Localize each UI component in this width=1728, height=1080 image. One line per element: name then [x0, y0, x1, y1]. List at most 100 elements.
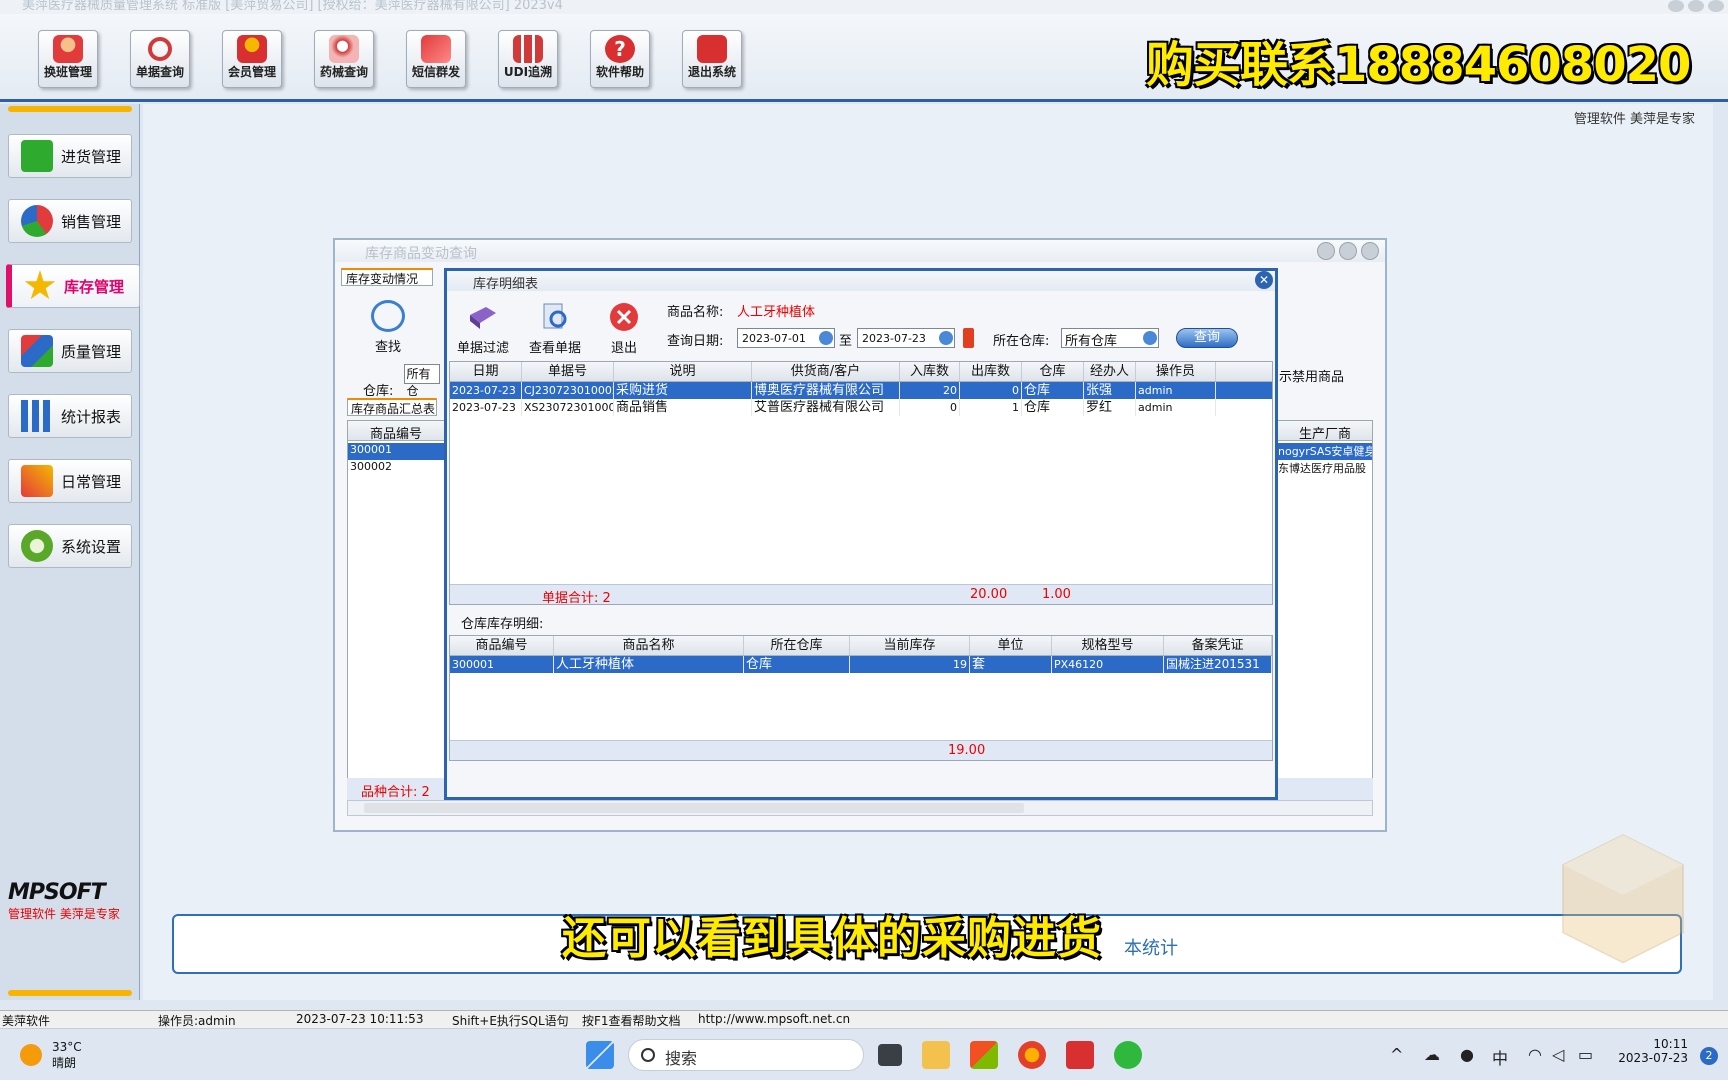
date-dropdown-arrow-icon[interactable]: [963, 328, 974, 348]
document-count: 单据合计: 2: [542, 591, 611, 606]
maximize-icon[interactable]: [1688, 0, 1704, 12]
taskbar-search-input[interactable]: 搜索: [628, 1039, 864, 1071]
minimize-icon[interactable]: [1317, 242, 1335, 260]
table-row[interactable]: 300001: [348, 443, 444, 460]
column-header-handler[interactable]: 经办人: [1084, 362, 1136, 381]
member-management-button[interactable]: 会员管理: [222, 30, 282, 88]
exit-button[interactable]: 退出: [607, 301, 641, 356]
column-header-spec[interactable]: 规格型号: [1052, 636, 1164, 655]
column-header-operator[interactable]: 操作员: [1136, 362, 1216, 381]
file-explorer-icon[interactable]: [922, 1041, 950, 1069]
firefox-icon[interactable]: [1018, 1041, 1046, 1069]
column-header-description[interactable]: 说明: [614, 362, 752, 381]
column-header-doc-no[interactable]: 单据号: [522, 362, 614, 381]
outer-warehouse-select[interactable]: 所有仓: [403, 364, 440, 398]
notification-badge[interactable]: 2: [1700, 1047, 1718, 1065]
taskbar-clock[interactable]: 10:11 2023-07-23: [1618, 1037, 1688, 1065]
maximize-icon[interactable]: [1339, 242, 1357, 260]
document-filter-button[interactable]: 单据过滤: [457, 301, 509, 356]
wifi-icon[interactable]: ◠: [1528, 1045, 1542, 1064]
table-row[interactable]: 300001 人工牙种植体 仓库 19 套 PX46120 国械注进201531: [450, 656, 1272, 673]
detail-grid-header: 日期 单据号 说明 供货商/客户 入库数 出库数 仓库 经办人 操作员: [450, 362, 1272, 382]
table-row[interactable]: 300002: [348, 460, 444, 477]
column-header-in-qty[interactable]: 入库数: [900, 362, 960, 381]
task-view-icon[interactable]: [878, 1044, 902, 1066]
store-icon[interactable]: [970, 1041, 998, 1069]
view-document-button[interactable]: 查看单据: [529, 301, 581, 356]
total-in-qty: 20.00: [970, 587, 1008, 602]
column-header-unit[interactable]: 单位: [970, 636, 1052, 655]
column-header-warehouse[interactable]: 仓库: [1022, 362, 1084, 381]
product-name-value: 人工牙种植体: [737, 305, 816, 320]
device-query-button[interactable]: 药械查询: [314, 30, 374, 88]
column-header-maker[interactable]: 生产厂商: [1278, 423, 1372, 442]
status-app: 美萍软件: [2, 1014, 51, 1028]
close-icon[interactable]: [1708, 0, 1724, 12]
query-button[interactable]: 查询: [1176, 328, 1238, 348]
sidebar-item-sales[interactable]: 销售管理: [8, 199, 132, 243]
close-circle-icon: [610, 303, 638, 331]
sidebar-item-quality[interactable]: 质量管理: [8, 329, 132, 373]
weather-widget[interactable]: 33°C 晴朗: [20, 1039, 82, 1071]
close-icon[interactable]: ✕: [1255, 271, 1273, 289]
horizontal-scrollbar[interactable]: [347, 800, 1373, 816]
column-header-out-qty[interactable]: 出库数: [960, 362, 1022, 381]
chevron-down-icon[interactable]: [1143, 331, 1157, 345]
sidebar-item-reports[interactable]: 统计报表: [8, 394, 132, 438]
power-icon: [697, 35, 727, 63]
date-spinner-icon[interactable]: [939, 331, 953, 345]
udi-icon: [513, 35, 543, 63]
search-person-icon: [329, 35, 359, 63]
column-header-date[interactable]: 日期: [450, 362, 522, 381]
column-header-warehouse[interactable]: 所在仓库: [744, 636, 850, 655]
table-cell-maker[interactable]: nogyrSAS安卓健身: [1278, 443, 1372, 460]
sidebar-item-settings[interactable]: 系统设置: [8, 524, 132, 568]
microphone-icon[interactable]: ●: [1460, 1045, 1474, 1064]
ime-indicator[interactable]: 中: [1492, 1045, 1508, 1069]
magnifier-icon: [371, 300, 405, 332]
shift-management-button[interactable]: 换班管理: [38, 30, 98, 88]
sms-broadcast-button[interactable]: 短信群发: [406, 30, 466, 88]
column-header-code[interactable]: 商品编号: [348, 423, 444, 442]
scrollbar-thumb[interactable]: [364, 803, 1024, 813]
sidebar-item-daily[interactable]: 日常管理: [8, 459, 132, 503]
status-operator: 操作员:admin: [158, 1014, 236, 1028]
column-header-registration[interactable]: 备案凭证: [1164, 636, 1272, 655]
show-disabled-checkbox-label[interactable]: 示禁用商品: [1279, 366, 1344, 385]
warehouse-select[interactable]: 所有仓库: [1061, 328, 1159, 349]
table-cell-maker[interactable]: 东博达医疗用品股: [1278, 460, 1372, 477]
search-icon: [641, 1048, 655, 1062]
table-row[interactable]: 2023-07-23 CJ230723010002 采购进货 博奥医疗器械有限公…: [450, 382, 1272, 399]
column-header-name[interactable]: 商品名称: [554, 636, 744, 655]
wechat-icon[interactable]: [1114, 1041, 1142, 1069]
tab-inventory-summary[interactable]: 库存商品汇总表: [347, 398, 437, 416]
document-query-button[interactable]: 单据查询: [130, 30, 190, 88]
exit-system-button[interactable]: 退出系统: [682, 30, 742, 88]
product-name-label: 商品名称:: [667, 305, 724, 320]
sidebar-item-purchase[interactable]: 进货管理: [8, 134, 132, 178]
tab-inventory-changes[interactable]: 库存变动情况: [341, 268, 433, 286]
status-url[interactable]: http://www.mpsoft.net.cn: [698, 1012, 850, 1026]
software-help-button[interactable]: ? 软件帮助: [590, 30, 650, 88]
date-spinner-icon[interactable]: [819, 331, 833, 345]
sun-icon: [20, 1044, 42, 1066]
windows-start-icon[interactable]: [586, 1041, 614, 1069]
box-decoration-icon: [1562, 834, 1684, 964]
cloud-icon[interactable]: ☁: [1424, 1045, 1440, 1064]
column-header-supplier[interactable]: 供货商/客户: [752, 362, 900, 381]
table-row[interactable]: 2023-07-23 XS230723010001 商品销售 艾普医疗器械有限公…: [450, 399, 1272, 416]
speaker-icon[interactable]: ◁: [1552, 1045, 1564, 1064]
close-icon[interactable]: [1361, 242, 1379, 260]
chevron-up-icon[interactable]: ^: [1390, 1045, 1403, 1064]
find-button[interactable]: 查找: [371, 300, 405, 355]
tools-icon: [21, 465, 53, 497]
app-medical-icon[interactable]: [1066, 1041, 1094, 1069]
sidebar-item-inventory[interactable]: 库存管理: [6, 264, 140, 308]
minimize-icon[interactable]: [1668, 0, 1684, 12]
date-to-input[interactable]: 2023-07-23: [857, 328, 955, 348]
column-header-stock[interactable]: 当前库存: [850, 636, 970, 655]
battery-icon[interactable]: ▭: [1578, 1045, 1593, 1064]
column-header-code[interactable]: 商品编号: [450, 636, 554, 655]
date-from-input[interactable]: 2023-07-01: [737, 328, 835, 348]
udi-trace-button[interactable]: UDI追溯: [498, 30, 558, 88]
